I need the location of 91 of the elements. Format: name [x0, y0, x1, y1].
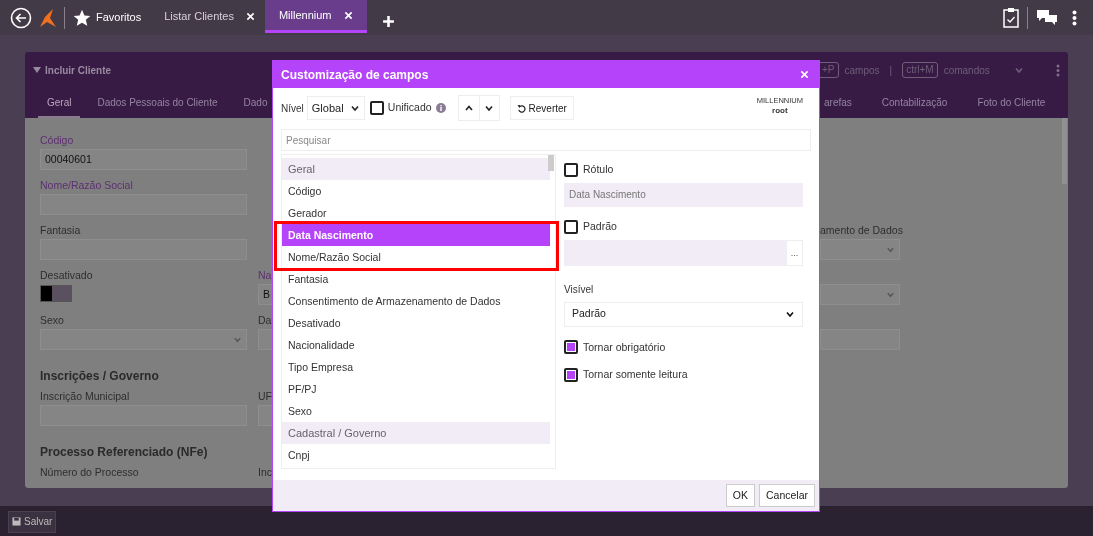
field-label: Sexo	[40, 314, 64, 327]
caret-icon[interactable]	[33, 67, 41, 73]
menu-icon[interactable]	[1072, 9, 1077, 26]
checkbox[interactable]	[564, 340, 578, 355]
list-item[interactable]: Código	[282, 180, 550, 202]
revert-button[interactable]: Reverter	[509, 96, 574, 120]
scrollbar[interactable]	[548, 155, 554, 171]
field-label: Da	[258, 314, 272, 327]
undo-icon	[516, 103, 526, 113]
user-label: root	[772, 106, 788, 116]
chevron-down-icon	[886, 245, 895, 254]
input-field[interactable]	[820, 329, 900, 350]
section-heading: Processo Referenciado (NFe)	[40, 444, 208, 461]
info-icon[interactable]	[435, 103, 446, 113]
chevron-down-icon	[484, 103, 495, 113]
clipboard-icon[interactable]	[1003, 7, 1019, 28]
toggle-switch[interactable]	[40, 285, 72, 302]
field-label: Nome/Razão Social	[40, 179, 133, 192]
checkbox[interactable]	[564, 219, 578, 234]
chevron-down-icon	[349, 103, 360, 113]
field-label: amento de Dados	[820, 224, 903, 237]
field-label: Número do Processo	[40, 466, 139, 479]
list-item[interactable]: Consentimento de Armazenamento de Dados	[282, 290, 550, 312]
chat-icon[interactable]	[1036, 9, 1058, 26]
plus-icon[interactable]	[381, 15, 395, 28]
checkbox-label: Tornar somente leitura	[583, 367, 688, 383]
checkbox-label: Unificado	[387, 100, 432, 116]
shortcut-label: comandos	[943, 63, 990, 78]
checkbox-label: Tornar obrigatório	[583, 339, 666, 355]
checkbox[interactable]	[564, 368, 578, 383]
list-item[interactable]: Tipo Empresa	[282, 356, 550, 378]
chevron-down-icon	[886, 290, 895, 299]
tab[interactable]: Foto do Cliente	[968, 95, 1055, 118]
scrollbar[interactable]	[1062, 118, 1067, 184]
shortcut-key: ctrl+M	[902, 62, 938, 78]
select-field[interactable]: Global	[306, 96, 365, 120]
favorites-link[interactable]: Favoritos	[96, 9, 142, 26]
tab[interactable]: Dados Pessoais do Cliente	[88, 95, 227, 118]
checkbox[interactable]	[369, 101, 384, 115]
select-field[interactable]	[820, 239, 900, 260]
tab[interactable]: Millennium	[264, 0, 367, 33]
list-item[interactable]: Desativado	[282, 312, 550, 334]
checkbox-label: Rótulo	[583, 162, 614, 177]
checkbox-label: Padrão	[583, 218, 617, 234]
field-label: Inscrição Municipal	[40, 390, 130, 403]
form-title: Incluir Cliente	[45, 63, 112, 78]
list-item[interactable]: Sexo	[282, 400, 550, 422]
section-heading: Inscrições / Governo	[40, 368, 159, 385]
list-item[interactable]: Gerador	[282, 202, 550, 224]
list-item[interactable]: Nome/Razão Social	[274, 246, 559, 271]
separator-text: |	[889, 63, 893, 78]
select-field[interactable]: Padrão	[564, 301, 803, 327]
field-label: Nível	[281, 101, 304, 116]
list-item[interactable]: Fantasia	[282, 268, 550, 290]
back-icon[interactable]	[10, 6, 32, 29]
chevron-down-icon	[785, 309, 795, 319]
dialog-button[interactable]: Cancelar	[758, 484, 815, 507]
input-field[interactable]: ...	[564, 239, 803, 266]
chevron-up-icon	[463, 103, 474, 113]
save-button[interactable]: Salvar	[8, 510, 57, 533]
tab[interactable]: Listar Clientes	[154, 0, 265, 33]
close-icon[interactable]	[245, 12, 255, 21]
field-label: UF	[258, 390, 272, 403]
list-item[interactable]: Data Nascimento	[274, 221, 559, 246]
input-field[interactable]: 00040601	[40, 149, 247, 170]
field-label: Na	[258, 269, 272, 282]
chevron-down-icon	[1013, 65, 1024, 75]
checkbox[interactable]	[564, 162, 578, 177]
list-item[interactable]: Nacionalidade	[282, 334, 550, 356]
dialog-title: Customização de campos	[281, 66, 429, 84]
list-item[interactable]: Cadastral / Governo	[282, 422, 550, 444]
field-label: Desativado	[40, 269, 93, 282]
tab[interactable]: Dado	[234, 95, 277, 118]
shortcut-label: campos	[844, 63, 880, 78]
select-field[interactable]	[820, 284, 900, 305]
more-button[interactable]: ...	[786, 239, 803, 266]
field-label: Visível	[564, 282, 595, 297]
dialog-button[interactable]: OK	[725, 484, 755, 507]
list-item[interactable]: Cnpj	[282, 444, 550, 466]
input-field[interactable]: Data Nascimento	[564, 182, 803, 207]
field-label: Inc	[258, 466, 272, 479]
select-field[interactable]	[40, 329, 247, 350]
close-icon[interactable]	[343, 10, 353, 20]
list-item[interactable]: Geral	[282, 158, 550, 180]
field-label: Código	[40, 134, 74, 147]
save-icon	[12, 517, 21, 526]
field-label: Fantasia	[40, 224, 81, 237]
tab[interactable]: Contabilização	[872, 95, 957, 118]
search-field[interactable]: Pesquisar	[281, 129, 811, 151]
list-item[interactable]: PF/PJ	[282, 378, 550, 400]
chevron-down-icon	[233, 335, 242, 344]
